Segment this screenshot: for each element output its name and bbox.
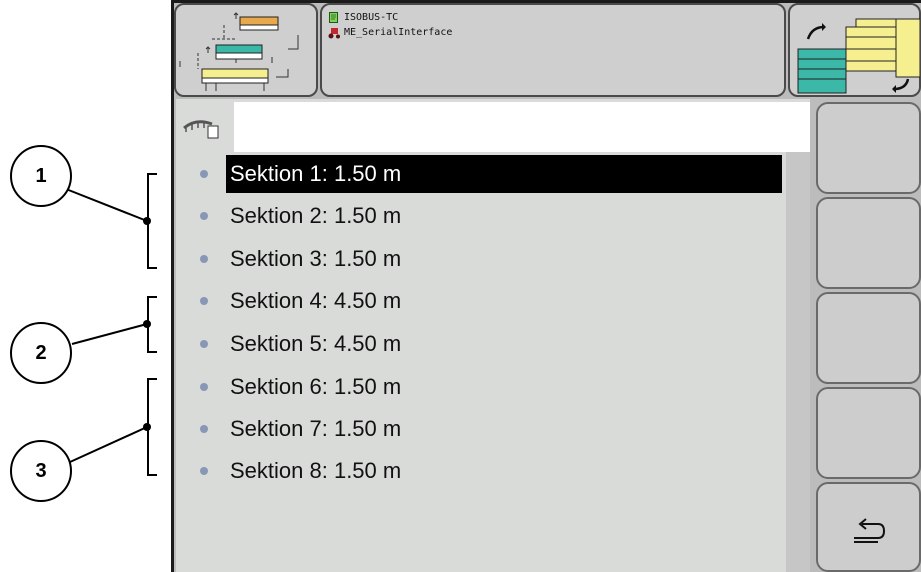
section-label: Sektion 2: 1.50 m: [230, 203, 402, 228]
bullet: [200, 340, 208, 348]
section-config-button[interactable]: [174, 3, 318, 97]
list-item[interactable]: Sektion 4: 4.50 m: [188, 282, 788, 320]
list-item[interactable]: Sektion 3: 1.50 m: [188, 240, 788, 278]
list-item[interactable]: Sektion 1: 1.50 m: [188, 155, 788, 193]
tractor-icon: [328, 28, 340, 39]
callout-3: 3: [10, 440, 72, 502]
scrollbar[interactable]: [786, 152, 810, 572]
softkey-1[interactable]: [816, 102, 921, 194]
section-label: Sektion 3: 1.50 m: [230, 246, 402, 271]
bullet: [200, 467, 208, 475]
bracket-dot: [143, 320, 151, 328]
return-arrow-icon: [854, 518, 886, 543]
bullet: [200, 255, 208, 263]
callout-2: 2: [10, 322, 72, 384]
section-switch-icon: [797, 18, 920, 94]
softkey-2[interactable]: [816, 197, 921, 289]
section-label: Sektion 8: 1.50 m: [230, 458, 402, 483]
tab-strip: [232, 102, 810, 152]
section-config-icon: [179, 12, 299, 91]
list-item[interactable]: Sektion 7: 1.50 m: [188, 410, 788, 448]
bullet: [200, 297, 208, 305]
section-label: Sektion 4: 4.50 m: [230, 288, 402, 313]
document-icon: [329, 12, 338, 23]
sprayer-boom-icon: [183, 120, 219, 139]
list-item[interactable]: Sektion 5: 4.50 m: [188, 325, 788, 363]
sections-tab[interactable]: [176, 102, 234, 152]
softkey-back[interactable]: [816, 482, 921, 572]
list-item[interactable]: Sektion 6: 1.50 m: [188, 368, 788, 406]
section-label: Sektion 1: 1.50 m: [226, 155, 782, 193]
implement-info-panel: ISOBUS-TC ME_SerialInterface: [320, 3, 786, 97]
bracket-dot: [143, 217, 151, 225]
section-label: Sektion 5: 4.50 m: [230, 331, 402, 356]
section-switch-button[interactable]: [788, 3, 921, 97]
callout-1: 1: [10, 145, 72, 207]
section-label: Sektion 7: 1.50 m: [230, 416, 402, 441]
bullet: [200, 212, 208, 220]
bullet: [200, 383, 208, 391]
list-item[interactable]: Sektion 8: 1.50 m: [188, 452, 788, 490]
list-item[interactable]: Sektion 2: 1.50 m: [188, 197, 788, 235]
bracket-dot: [143, 423, 151, 431]
section-label: Sektion 6: 1.50 m: [230, 374, 402, 399]
softkey-4[interactable]: [816, 387, 921, 479]
header-line-1: ISOBUS-TC: [344, 12, 399, 23]
bullet: [200, 425, 208, 433]
bullet: [200, 170, 208, 178]
header-line-2: ME_SerialInterface: [344, 27, 453, 38]
softkey-3[interactable]: [816, 292, 921, 384]
